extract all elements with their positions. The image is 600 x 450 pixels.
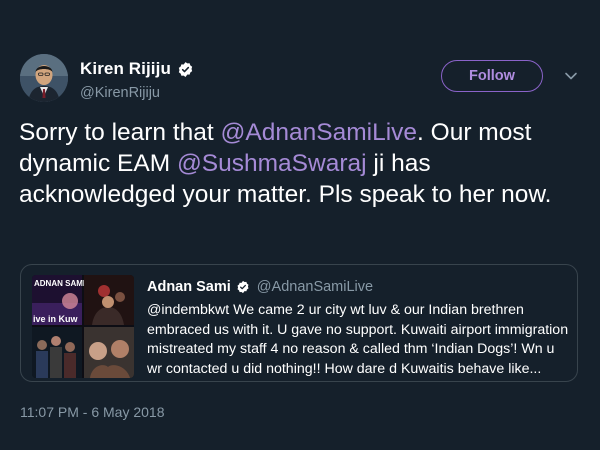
follow-button[interactable]: Follow	[441, 60, 543, 92]
mention-link[interactable]: @AdnanSamiLive	[221, 119, 417, 146]
media-caption-bottom: ive in Kuw	[33, 314, 79, 324]
timestamp[interactable]: 11:07 PM - 6 May 2018	[20, 404, 164, 420]
avatar[interactable]	[20, 54, 68, 102]
author-name-row: Kiren Rijiju	[80, 59, 194, 79]
quoted-author-row: Adnan Sami @AdnanSamiLive	[147, 279, 373, 295]
quoted-author-handle[interactable]: @AdnanSamiLive	[257, 279, 373, 295]
author-handle[interactable]: @KirenRijiju	[80, 85, 194, 101]
verified-badge-icon	[237, 280, 249, 294]
quoted-author-name[interactable]: Adnan Sami	[147, 279, 231, 295]
quoted-tweet[interactable]: ADNAN SAMI ive in Kuw Adnan Sami @AdnanS…	[20, 264, 578, 382]
mention-link[interactable]: @SushmaSwaraj	[177, 150, 367, 177]
media-collage-image: ADNAN SAMI ive in Kuw	[32, 275, 134, 378]
avatar-image	[20, 54, 68, 102]
quoted-tweet-text: @indembkwt We came 2 ur city wt luv & ou…	[147, 302, 569, 377]
media-caption-top: ADNAN SAMI	[34, 279, 85, 288]
tweet-card: Kiren Rijiju @KirenRijiju Follow Sorry t…	[0, 0, 600, 450]
chevron-down-icon[interactable]	[563, 68, 579, 84]
tweet-text-part: Sorry to learn that	[19, 119, 221, 146]
tweet-text: Sorry to learn that @AdnanSamiLive. Our …	[19, 117, 584, 210]
author-block: Kiren Rijiju @KirenRijiju	[80, 59, 194, 101]
quoted-media-collage[interactable]: ADNAN SAMI ive in Kuw	[32, 275, 134, 378]
author-name[interactable]: Kiren Rijiju	[80, 59, 171, 79]
verified-badge-icon	[178, 61, 193, 77]
